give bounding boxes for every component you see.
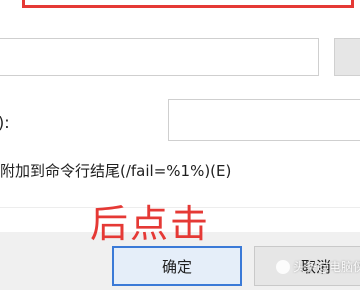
param-label: ):	[0, 113, 10, 132]
browse-button[interactable]	[334, 38, 360, 76]
param-input[interactable]	[168, 99, 360, 141]
ok-button[interactable]: 确定	[112, 246, 242, 286]
red-highlight-box	[22, 0, 354, 8]
command-input[interactable]	[0, 38, 319, 76]
cancel-button[interactable]: 取消	[254, 246, 360, 286]
dialog: ): 附加到命令行结尾(/fail=%1%)(E) 后点击 确定 取消 头条@电…	[0, 0, 360, 290]
annotation-text: 后点击	[90, 202, 211, 246]
append-option-label[interactable]: 附加到命令行结尾(/fail=%1%)(E)	[0, 160, 231, 181]
